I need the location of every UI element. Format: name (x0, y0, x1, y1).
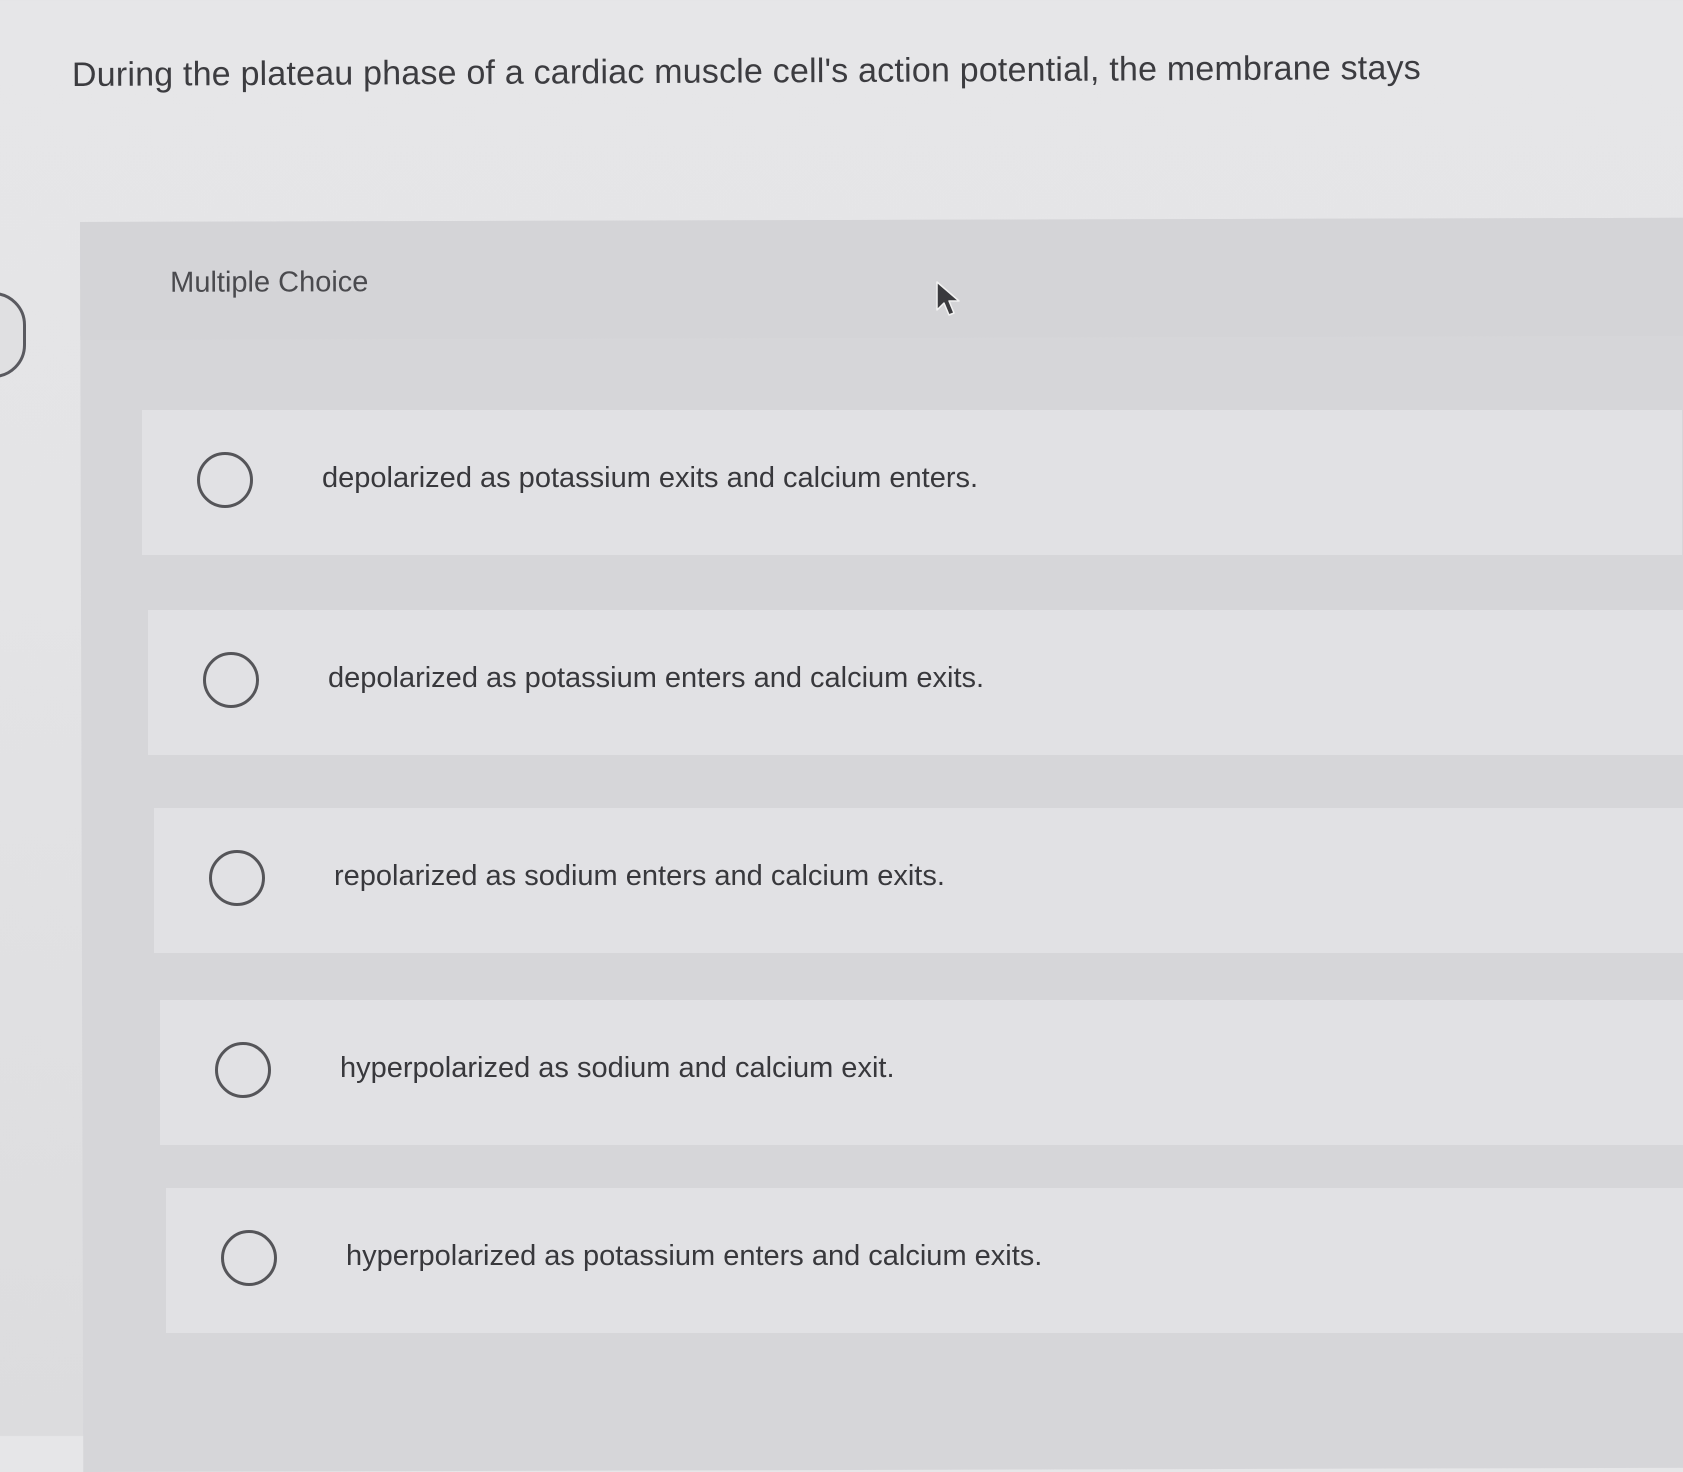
choice-label-1: depolarized as potassium exits and calci… (322, 462, 979, 494)
radio-button-icon[interactable] (221, 1230, 277, 1286)
mouse-pointer-icon (936, 281, 960, 316)
choice-option-1[interactable]: depolarized as potassium exits and calci… (142, 410, 1682, 555)
radio-button-icon[interactable] (209, 850, 265, 906)
choice-label-5: hyperpolarized as potassium enters and c… (346, 1240, 1043, 1272)
radio-button-icon[interactable] (203, 652, 259, 708)
choice-option-3[interactable]: repolarized as sodium enters and calcium… (154, 808, 1683, 953)
choice-label-2: depolarized as potassium enters and calc… (328, 662, 985, 694)
radio-button-icon[interactable] (215, 1042, 271, 1098)
choice-label-4: hyperpolarized as sodium and calcium exi… (340, 1052, 895, 1084)
choice-list: depolarized as potassium exits and calci… (0, 0, 1683, 1436)
choice-label-3: repolarized as sodium enters and calcium… (334, 860, 945, 892)
choice-option-4[interactable]: hyperpolarized as sodium and calcium exi… (160, 1000, 1683, 1145)
choice-option-2[interactable]: depolarized as potassium enters and calc… (148, 610, 1683, 755)
radio-button-icon[interactable] (197, 452, 253, 508)
choice-option-5[interactable]: hyperpolarized as potassium enters and c… (166, 1188, 1683, 1333)
